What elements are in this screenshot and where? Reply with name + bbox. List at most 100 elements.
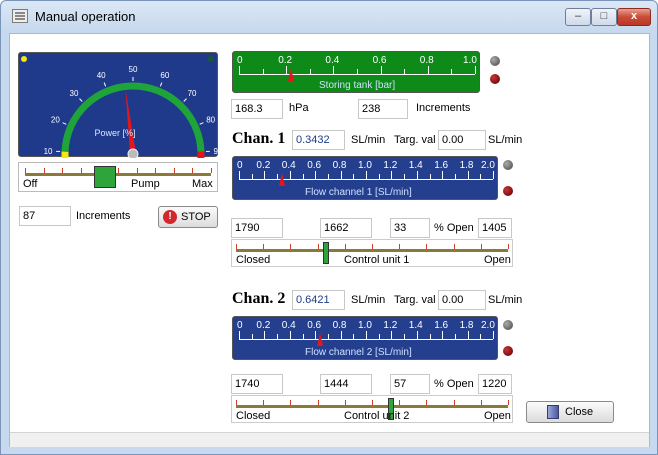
gauge-tick-label: 40 [97,71,106,80]
scale-tick-label: 0.2 [256,320,271,331]
scale-tick [391,171,393,179]
pump-tick [62,168,64,173]
scale-pointer[interactable] [279,173,286,186]
cu2-name-label: Control unit 2 [344,410,410,422]
stop-button[interactable]: ! STOP [158,206,218,228]
gauge-arc-low [61,151,73,179]
stop-icon: ! [163,210,177,224]
scale-tick-label: 1.2 [383,160,398,171]
scale-tick-label: 1.0 [463,55,477,66]
close-button[interactable]: Close [526,401,614,423]
cu-tick [480,400,482,405]
scale-baseline [239,179,493,180]
chan1-cu-field-2[interactable]: 1662 [320,218,372,238]
cu-tick [317,244,319,249]
chan2-cu-field-1[interactable]: 1740 [231,374,283,394]
gauge-tick-label: 70 [188,89,197,98]
cu-tick [236,244,237,249]
tank-status-led-bottom [490,74,500,84]
cu-tick [426,244,428,249]
scale-tick-label: 0.8 [332,160,347,171]
pump-tick [192,168,194,173]
scale-tick-label: 1.8 [459,160,474,171]
scale-tick [239,331,240,339]
pump-tick [118,168,119,173]
scale-tick-label: 0.4 [281,320,296,331]
tank-hpa-field[interactable]: 168.3 [231,99,283,119]
cu-tick [290,244,292,249]
close-window-button[interactable]: x [617,8,651,26]
chan1-cu-field-4[interactable]: 1405 [478,218,512,238]
chan1-flow-unit: SL/min [351,134,386,146]
scale-pointer[interactable] [287,68,294,81]
scale-tick [427,66,429,74]
chan1-targ-field[interactable]: 0.00 [438,130,486,150]
scale-tick-label: 1.4 [408,160,423,171]
scale-tick [416,331,418,339]
gauge-arc-high [193,151,205,179]
chan2-targ-field[interactable]: 0.00 [438,290,486,310]
cu-tick [236,400,237,405]
chan1-cu-field-1[interactable]: 1790 [231,218,283,238]
cu-tick [372,244,373,249]
cu1-name-label: Control unit 1 [344,254,410,266]
chan2-flow-scale: 0 0.2 0.4 0.6 0.8 1.0 1.2 1.4 1.6 1.8 2.0 Flow cha… [232,316,498,360]
scale-tick [442,331,444,339]
storing-tank-scale: 0 0.2 0.4 0.6 0.8 1.0 Storing tank [bar] [232,51,480,93]
chan2-cu-field-4[interactable]: 1220 [478,374,512,394]
window-title: Manual operation [35,9,136,24]
pump-slider[interactable]: Off Pump Max [18,162,218,192]
chan1-cu-open-field[interactable]: 33 [390,218,430,238]
gauge-hub [127,148,139,160]
scale-tick [380,66,382,74]
control-unit-2-slider[interactable]: Closed Control unit 2 Open [231,395,513,423]
chan1-title: Chan. 1 [232,130,286,147]
pump-tick [80,168,82,173]
pump-tick [25,168,26,173]
cu-tick [426,400,428,405]
pump-increments-field[interactable]: 87 [19,206,71,226]
chan1-open-label: % Open [434,222,474,234]
maximize-button[interactable]: □ [591,8,617,26]
chan2-led-bottom [503,346,513,356]
power-gauge: 0102030405060708090100 Power [%] [18,52,223,188]
scale-tick-label: 0 [237,55,243,66]
scale-tick [264,331,266,339]
chan2-cu-open-field[interactable]: 57 [390,374,430,394]
pump-max-label: Max [192,178,213,190]
gauge-needle [125,88,136,155]
pump-knob[interactable] [93,166,116,188]
chan1-flow-field[interactable]: 0.3432 [292,130,345,150]
chan2-cu-field-2[interactable]: 1444 [320,374,372,394]
minimize-button[interactable]: – [565,8,591,26]
chan2-targ-label: Targ. val [394,294,436,306]
stop-label: STOP [181,211,211,223]
scale-tick [289,171,291,179]
scale-tick-label: 0.8 [332,320,347,331]
scale-tick-label: 0.6 [307,160,322,171]
chan2-flow-unit: SL/min [351,294,386,306]
scale-baseline [239,74,475,75]
control-unit-1-slider[interactable]: Closed Control unit 1 Open [231,239,513,267]
cu-tick [290,400,292,405]
app-icon [12,9,28,23]
cu-tick [453,400,455,405]
gauge-tick-label: 80 [206,115,215,124]
scale-tick [289,331,291,339]
scale-tick [333,66,335,74]
gauge-tick [103,82,107,87]
scale-pointer[interactable] [317,333,324,346]
cu1-knob[interactable] [322,242,329,264]
scale-baseline [239,339,493,340]
close-label: Close [565,406,594,418]
chan2-flow-field[interactable]: 0.6421 [292,290,345,310]
tank-increments-field[interactable]: 238 [358,99,408,119]
cu-tick [372,400,373,405]
scale-tick-label: 0.2 [256,160,271,171]
scale-tick-label: 0 [237,320,243,331]
scale-tick [475,66,476,74]
scale-tick-label: 2.0 [481,160,495,171]
scale-tick-label: 1.0 [358,320,372,331]
scale-tick [340,331,342,339]
gauge-tick [199,122,204,125]
